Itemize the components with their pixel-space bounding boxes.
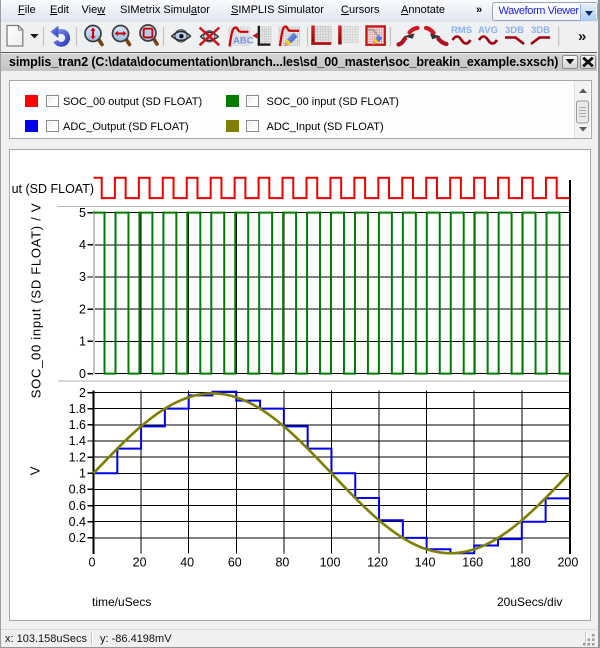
svg-text:1.6: 1.6 [69,418,86,432]
svg-text:RMS: RMS [451,25,472,36]
svg-text:3DB: 3DB [531,25,550,36]
svg-text:100: 100 [320,556,341,570]
svg-text:»: » [578,28,586,45]
svg-text:1: 1 [79,467,86,481]
svg-text:1: 1 [79,335,86,349]
svg-text:3: 3 [79,270,86,284]
svg-text:0.6: 0.6 [69,499,86,513]
svg-text:1.2: 1.2 [69,450,86,464]
svg-text:120: 120 [367,556,388,570]
svg-text:200: 200 [557,556,578,570]
svg-text:2: 2 [79,386,86,400]
svg-text:2: 2 [79,302,86,316]
svg-text:4: 4 [79,238,86,252]
svg-text:0.2: 0.2 [69,531,86,545]
svg-text:3DB: 3DB [505,25,524,36]
svg-text:0: 0 [89,556,96,570]
svg-text:0.8: 0.8 [69,483,86,497]
svg-text:ABC: ABC [233,36,254,47]
svg-text:1.4: 1.4 [69,434,86,448]
svg-text:0.4: 0.4 [69,515,86,529]
svg-text:140: 140 [415,556,436,570]
svg-text:180: 180 [510,556,531,570]
svg-text:0: 0 [79,367,86,381]
svg-text:5: 5 [79,206,86,220]
svg-text:160: 160 [462,556,483,570]
svg-text:80: 80 [275,556,289,570]
svg-text:20: 20 [133,556,147,570]
svg-text:1.8: 1.8 [69,402,86,416]
svg-text:AVG: AVG [478,25,498,36]
svg-text:60: 60 [228,556,242,570]
svg-text:40: 40 [180,556,194,570]
